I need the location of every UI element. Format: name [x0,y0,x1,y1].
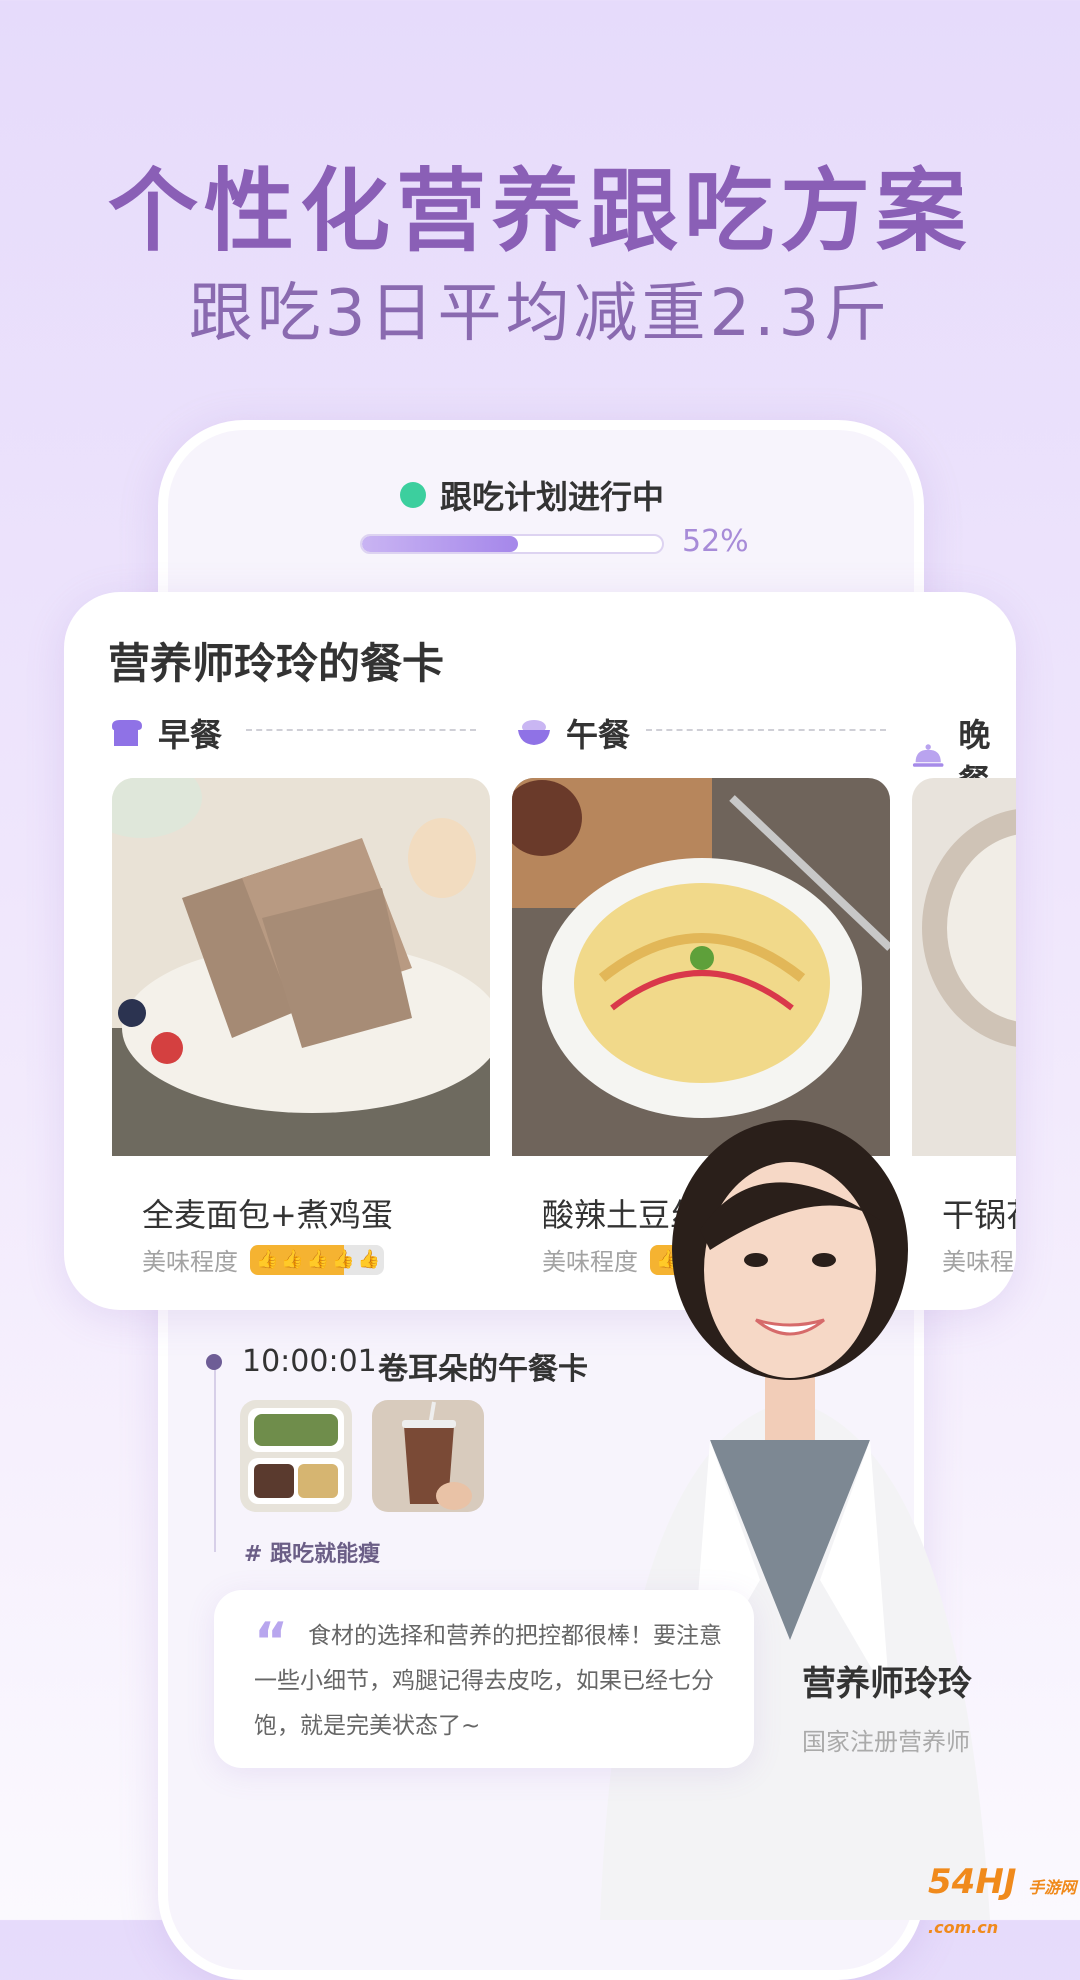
plan-status-label: 跟吃计划进行中 [440,478,665,516]
tab-breakfast[interactable]: 早餐 [108,710,222,756]
cloche-icon [912,744,944,767]
plan-progress-percent: 52% [682,524,749,559]
plan-progress-fill [362,536,518,552]
meal-label: 早餐 [158,716,223,754]
timeline-time: 10:00:01 [242,1344,377,1379]
watermark-main: 54HJ [928,1862,1017,1902]
hashtag-label[interactable]: # 跟吃就能瘦 [244,1536,380,1568]
plan-status: 跟吃计划进行中 [400,472,664,518]
comment-text: 食材的选择和营养的把控都很棒！要注意一些小细节，鸡腿记得去皮吃，如果已经七分饱，… [254,1623,722,1739]
nutritionist-title: 国家注册营养师 [802,1728,970,1756]
timeline-line [214,1362,216,1552]
status-dot-icon [400,482,426,508]
tab-lunch[interactable]: 午餐 [516,710,630,756]
taste-rating-bar: 👍👍👍👍👍 [250,1244,384,1275]
timeline-title[interactable]: 卷耳朵的午餐卡 [378,1344,588,1388]
page-title: 个性化营养跟吃方案 [108,159,972,264]
plan-progress-bar [360,534,664,554]
divider [246,729,476,731]
meal-photo-drink[interactable] [372,1400,484,1512]
page-subtitle: 跟吃3日平均减重2.3斤 [188,277,892,351]
meal-photo-lunchbox[interactable] [240,1400,352,1512]
divider [646,729,886,731]
food-item-breakfast[interactable]: 全麦面包+煮鸡蛋 美味程度 👍👍👍👍👍 [112,778,490,1276]
taste-rating: 美味程度 👍👍👍👍👍 [142,1242,384,1277]
timeline-dot [206,1354,222,1370]
rice-bowl-icon [518,720,550,745]
food-name: 全麦面包+煮鸡蛋 [142,1196,393,1234]
meal-label: 午餐 [566,716,631,754]
taste-label: 美味程度 [142,1248,238,1276]
nutritionist-photo [560,1080,1020,1920]
nutritionist-name: 营养师玲玲 [802,1664,972,1704]
bread-icon [112,720,142,746]
watermark-logo: 54HJ 手游网 .com.cn [928,1862,1080,1942]
food-image-bread [112,778,490,1156]
meal-card-title: 营养师玲玲的餐卡 [108,639,445,688]
thumbs-up-icon: 👍👍👍👍👍 [256,1249,384,1270]
nutritionist-comment: “ 食材的选择和营养的把控都很棒！要注意一些小细节，鸡腿记得去皮吃，如果已经七分… [214,1590,754,1768]
